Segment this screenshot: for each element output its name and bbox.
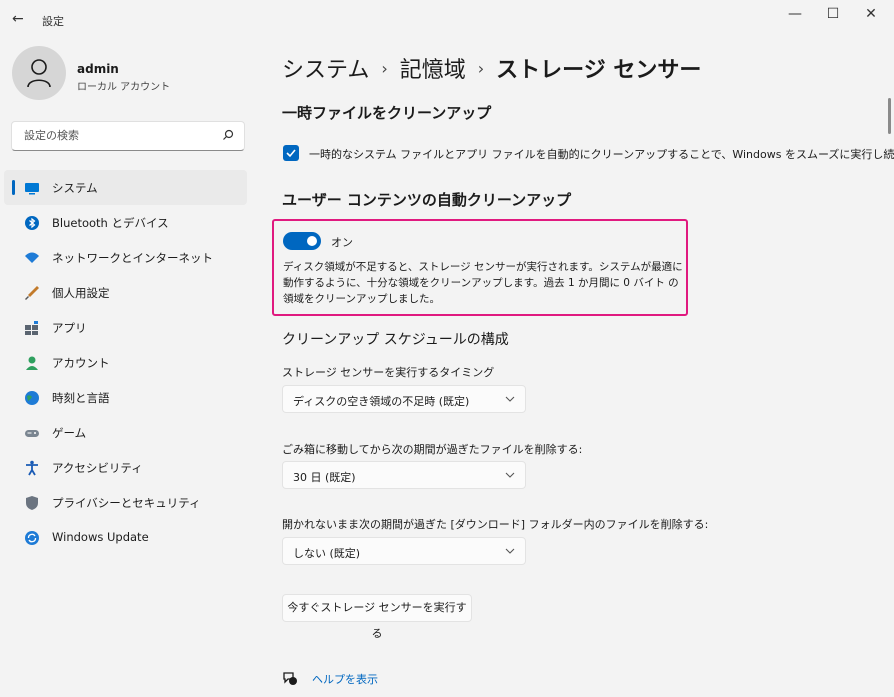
temp-cleanup-heading: 一時ファイルをクリーンアップ	[282, 104, 492, 122]
search-box[interactable]	[11, 121, 245, 151]
system-icon	[25, 183, 39, 195]
sidebar-item-label: アプリ	[52, 321, 87, 335]
shield-icon	[26, 496, 38, 510]
run-timing-value: ディスクの空き領域の不足時 (既定)	[293, 395, 470, 408]
user-icon	[27, 59, 51, 88]
sidebar-item-label: Bluetooth とデバイス	[52, 216, 169, 230]
breadcrumb-separator: ›	[381, 59, 388, 78]
bluetooth-icon	[25, 216, 39, 230]
temp-cleanup-checkbox-label: 一時的なシステム ファイルとアプリ ファイルを自動的にクリーンアップすることで、…	[309, 148, 894, 161]
accessibility-icon	[26, 460, 38, 476]
window-title: 設定	[42, 15, 64, 28]
chevron-down-icon	[505, 396, 515, 402]
back-arrow-icon[interactable]: ←	[12, 11, 24, 27]
toggle-knob	[307, 236, 317, 246]
wifi-icon	[25, 252, 39, 263]
help-icon	[283, 672, 297, 685]
sidebar-item-label: ゲーム	[52, 426, 87, 440]
sidebar-item-apps[interactable]: アプリ	[4, 310, 247, 345]
chevron-down-icon	[505, 548, 515, 554]
brush-icon	[25, 286, 39, 300]
sidebar-item-label: アクセシビリティ	[52, 461, 143, 475]
downloads-dropdown[interactable]: しない (既定)	[282, 537, 526, 565]
sidebar-item-accounts[interactable]: アカウント	[4, 345, 247, 380]
maximize-button[interactable]: ☐	[818, 6, 848, 22]
auto-cleanup-heading: ユーザー コンテンツの自動クリーンアップ	[282, 191, 572, 209]
sidebar-item-label: Windows Update	[52, 530, 149, 544]
globe-icon	[25, 391, 39, 405]
sidebar-item-network[interactable]: ネットワークとインターネット	[4, 240, 247, 275]
help-link[interactable]: ヘルプを表示	[282, 670, 378, 690]
recycle-bin-dropdown[interactable]: 30 日 (既定)	[282, 461, 526, 489]
temp-cleanup-checkbox[interactable]	[283, 145, 299, 161]
minimize-button[interactable]: —	[780, 6, 810, 22]
avatar[interactable]	[12, 46, 66, 100]
run-storage-sense-button[interactable]: 今すぐストレージ センサーを実行する	[282, 594, 472, 640]
recycle-bin-value: 30 日 (既定)	[293, 471, 356, 484]
page-title: ストレージ センサー	[496, 58, 702, 83]
account-type: ローカル アカウント	[77, 82, 171, 93]
sidebar-item-privacy[interactable]: プライバシーとセキュリティ	[4, 485, 247, 520]
downloads-label: 開かれないまま次の期間が過ぎた [ダウンロード] フォルダー内のファイルを削除す…	[282, 518, 709, 531]
user-name: admin	[77, 62, 119, 76]
sidebar-item-gaming[interactable]: ゲーム	[4, 415, 247, 450]
breadcrumb-system[interactable]: システム	[282, 58, 369, 83]
search-icon[interactable]	[222, 129, 234, 141]
title-bar: ← 設定 — ☐ ✕	[0, 0, 894, 38]
sidebar-item-time-language[interactable]: 時刻と言語	[4, 380, 247, 415]
downloads-value: しない (既定)	[293, 547, 361, 560]
checkmark-icon	[286, 149, 296, 158]
update-icon	[25, 531, 39, 545]
breadcrumb-separator: ›	[477, 59, 485, 78]
apps-icon	[25, 321, 38, 335]
close-button[interactable]: ✕	[856, 6, 886, 22]
toggle-state-label: オン	[331, 236, 353, 249]
breadcrumb: システム › 記憶域 › ストレージ センサー	[282, 52, 701, 84]
sidebar-item-personalization[interactable]: 個人用設定	[4, 275, 247, 310]
sidebar-item-label: アカウント	[52, 356, 110, 370]
auto-cleanup-toggle[interactable]	[283, 232, 321, 250]
sidebar-item-label: ネットワークとインターネット	[52, 251, 213, 265]
gamepad-icon	[25, 430, 39, 437]
account-icon	[26, 356, 38, 370]
auto-cleanup-description: ディスク領域が不足すると、ストレージ センサーが実行されます。システムが最適に動…	[283, 261, 683, 305]
main-content: システム › 記憶域 › ストレージ センサー 一時ファイルをクリーンアップ 一時的なシ…	[262, 38, 894, 697]
chevron-down-icon	[505, 472, 515, 478]
sidebar-item-label: 時刻と言語	[52, 391, 110, 405]
sidebar-item-accessibility[interactable]: アクセシビリティ	[4, 450, 247, 485]
sidebar-nav: システム Bluetooth とデバイス ネットワークとインターネット 個人用設…	[4, 170, 247, 555]
sidebar-item-bluetooth[interactable]: Bluetooth とデバイス	[4, 205, 247, 240]
run-timing-label: ストレージ センサーを実行するタイミング	[282, 366, 495, 379]
sidebar-item-label: プライバシーとセキュリティ	[52, 496, 201, 510]
breadcrumb-storage[interactable]: 記憶域	[400, 58, 466, 83]
run-timing-dropdown[interactable]: ディスクの空き領域の不足時 (既定)	[282, 385, 526, 413]
help-link-label[interactable]: ヘルプを表示	[312, 671, 378, 687]
sidebar-item-windows-update[interactable]: Windows Update	[4, 520, 247, 555]
sidebar-item-system[interactable]: システム	[4, 170, 247, 205]
scrollbar[interactable]	[888, 98, 891, 134]
sidebar-item-label: 個人用設定	[52, 286, 110, 300]
recycle-bin-label: ごみ箱に移動してから次の期間が過ぎたファイルを削除する:	[282, 443, 583, 456]
sidebar: admin ローカル アカウント システム Bluetooth とデバイス	[0, 38, 262, 697]
schedule-heading: クリーンアップ スケジュールの構成	[282, 332, 509, 348]
search-input[interactable]	[22, 128, 216, 143]
sidebar-item-label: システム	[52, 181, 98, 195]
active-indicator	[12, 180, 15, 195]
